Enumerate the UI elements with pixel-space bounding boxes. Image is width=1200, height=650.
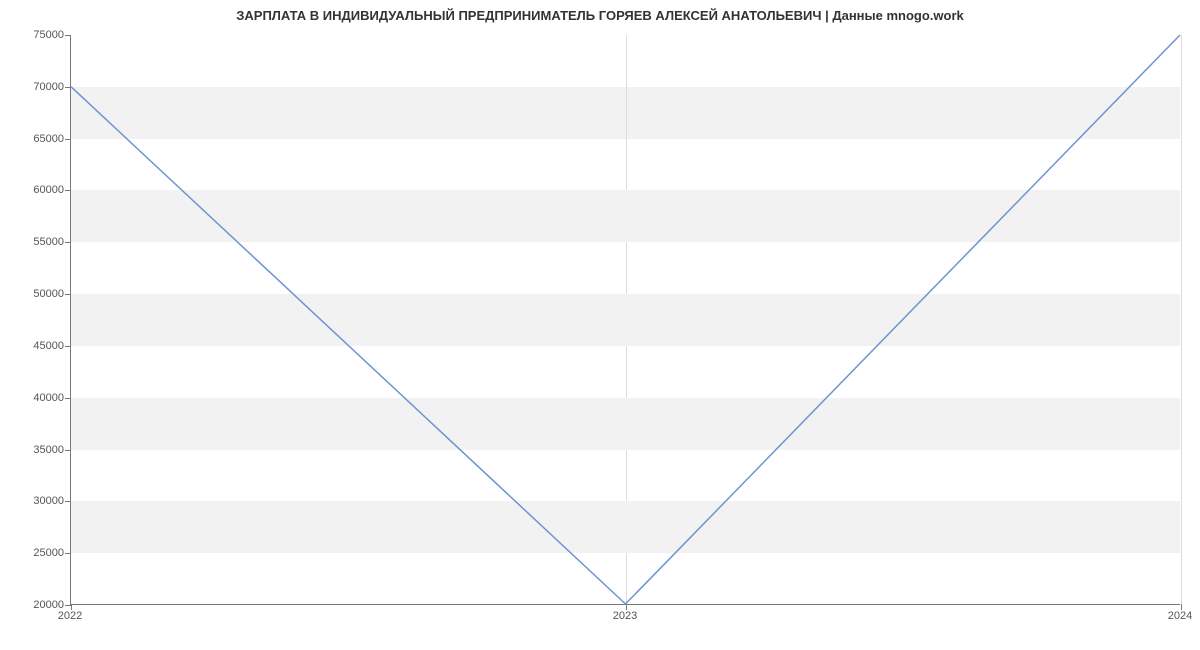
y-tick (65, 35, 71, 36)
chart-title: ЗАРПЛАТА В ИНДИВИДУАЛЬНЫЙ ПРЕДПРИНИМАТЕЛ… (0, 8, 1200, 23)
y-tick (65, 346, 71, 347)
y-tick-label: 75000 (33, 29, 64, 41)
chart-container: ЗАРПЛАТА В ИНДИВИДУАЛЬНЫЙ ПРЕДПРИНИМАТЕЛ… (0, 0, 1200, 650)
y-tick-label: 60000 (33, 184, 64, 196)
y-tick-label: 65000 (33, 133, 64, 145)
x-tick-label: 2024 (1168, 610, 1192, 622)
line-series-svg (71, 35, 1180, 604)
series-line (71, 35, 1180, 604)
y-tick (65, 139, 71, 140)
y-tick-label: 25000 (33, 547, 64, 559)
x-tick-label: 2022 (58, 610, 82, 622)
y-tick (65, 398, 71, 399)
y-tick (65, 190, 71, 191)
y-tick-label: 35000 (33, 444, 64, 456)
y-tick (65, 501, 71, 502)
plot-area (70, 35, 1180, 605)
x-gridline (1181, 35, 1182, 604)
y-tick (65, 242, 71, 243)
y-tick (65, 294, 71, 295)
y-tick-label: 70000 (33, 81, 64, 93)
y-tick-label: 50000 (33, 288, 64, 300)
y-tick (65, 450, 71, 451)
x-tick-label: 2023 (613, 610, 637, 622)
y-tick-label: 40000 (33, 392, 64, 404)
y-tick (65, 87, 71, 88)
y-tick-label: 45000 (33, 340, 64, 352)
y-tick-label: 55000 (33, 236, 64, 248)
y-tick-label: 30000 (33, 495, 64, 507)
y-tick (65, 553, 71, 554)
